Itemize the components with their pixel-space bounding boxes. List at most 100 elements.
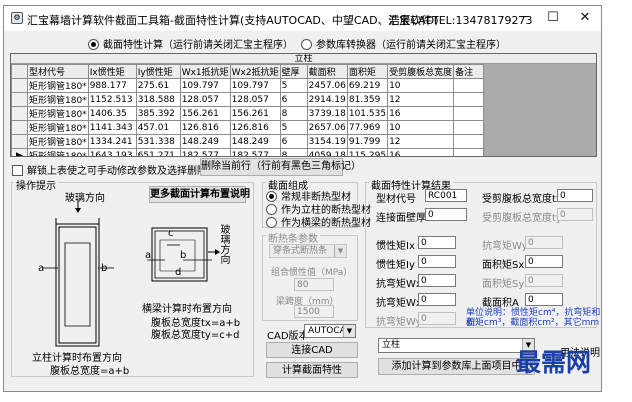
shear-ty-input[interactable]: 0	[557, 208, 593, 221]
connect-cad-button[interactable]: 连接CAD	[266, 342, 358, 358]
table-cell[interactable]	[453, 78, 485, 93]
calculate-section-button[interactable]: 计算截面特性	[266, 362, 358, 378]
close-icon[interactable]: ✕	[570, 9, 600, 27]
table-cell[interactable]: 148.249	[229, 134, 281, 149]
grid-column-header[interactable]: 壁厚	[279, 64, 308, 79]
row-selector[interactable]	[11, 134, 28, 149]
grid-column-header[interactable]: 型材代号	[27, 64, 89, 79]
table-cell[interactable]: 128.057	[229, 92, 281, 107]
sx-input[interactable]: 0	[525, 255, 563, 268]
table-cell[interactable]: 矩形钢管180*	[27, 120, 89, 135]
row-selector[interactable]: ▶	[11, 148, 28, 156]
mode-library-converter[interactable]: 参数库转换器（运行前请关闭汇宝主程序）	[301, 36, 506, 51]
table-row[interactable]: 矩形钢管180* 1334.241 531.338 148.249 148.249 6 31…	[11, 134, 485, 149]
delete-row-button[interactable]: 删除当前行（行前有黑色三角标记）	[200, 158, 361, 176]
grid-column-header[interactable]: 截面积	[306, 64, 348, 79]
grid-column-header[interactable]: Ix惯性矩	[87, 64, 137, 79]
combined-inertia-input[interactable]: 80	[294, 278, 334, 291]
table-cell[interactable]: 1643.193	[87, 148, 137, 156]
table-cell[interactable]: 385.392	[135, 106, 181, 121]
table-cell[interactable]: 126.816	[179, 120, 231, 135]
grid-column-header[interactable]: Iy惯性矩	[135, 64, 181, 79]
table-cell[interactable]: 1141.343	[87, 120, 137, 135]
table-cell[interactable]: 77.969	[346, 120, 389, 135]
table-cell[interactable]: 81.359	[346, 92, 389, 107]
table-cell[interactable]: 5	[279, 78, 308, 93]
table-cell[interactable]	[453, 106, 485, 121]
grid-column-header[interactable]: 面积矩	[346, 64, 389, 79]
table-cell[interactable]: 109.797	[229, 78, 281, 93]
wx1-input[interactable]: 0	[418, 274, 456, 287]
table-cell[interactable]: 69.219	[346, 78, 389, 93]
table-cell[interactable]: 156.261	[229, 106, 281, 121]
wall-thickness-input[interactable]: 0	[425, 208, 467, 221]
unlock-table-checkbox[interactable]: 解锁上表使之可手动修改参数及选择删除行	[12, 162, 217, 177]
table-row[interactable]: 矩形钢管180* 1406.35 385.392 156.261 156.261 8 373…	[11, 106, 485, 121]
table-cell[interactable]	[453, 134, 485, 149]
row-selector[interactable]	[11, 106, 28, 121]
table-cell[interactable]: 10	[387, 78, 455, 93]
table-cell[interactable]: 矩形钢管180*	[27, 148, 89, 156]
table-row[interactable]: 矩形钢管180* 1152.513 318.588 128.057 128.057 6 29…	[11, 92, 485, 107]
beam-span-input[interactable]: 1500	[294, 305, 334, 318]
shear-tx-input[interactable]: 0	[557, 189, 593, 202]
chevron-down-icon[interactable]: ▼	[343, 325, 355, 337]
table-cell[interactable]: 4059.18	[306, 148, 348, 156]
table-cell[interactable]: 矩形钢管180*	[27, 92, 89, 107]
table-cell[interactable]: 182.577	[179, 148, 231, 156]
profile-code-input[interactable]: RC001	[425, 189, 467, 202]
table-cell[interactable]	[453, 92, 485, 107]
table-cell[interactable]: 101.535	[346, 106, 389, 121]
table-cell[interactable]: 6	[279, 134, 308, 149]
iy-input[interactable]: 0	[418, 255, 456, 268]
wx2-input[interactable]: 0	[418, 293, 456, 306]
row-selector[interactable]	[11, 78, 28, 93]
profile-grid[interactable]: 立柱 型材代号 Ix惯性矩 Iy惯性矩 Wx1抵抗矩 Wx2抵抗矩 壁厚 截面积 面积矩 受剪腹…	[10, 53, 597, 157]
table-cell[interactable]: 182.577	[229, 148, 281, 156]
table-cell[interactable]: 3154.19	[306, 134, 348, 149]
table-cell[interactable]: 156.261	[179, 106, 231, 121]
radio-icon[interactable]	[88, 39, 99, 50]
table-cell[interactable]: 2457.06	[306, 78, 348, 93]
table-cell[interactable]: 126.816	[229, 120, 281, 135]
table-row[interactable]: ▶ 矩形钢管180* 1643.193 651.271 182.577 182.577 8 4…	[11, 148, 485, 156]
thermal-type-select[interactable]: 穿条式断热条 ▼	[269, 244, 347, 258]
table-cell[interactable]: 1406.35	[87, 106, 137, 121]
table-cell[interactable]: 8	[279, 148, 308, 156]
table-cell[interactable]: 91.799	[346, 134, 389, 149]
table-cell[interactable]: 148.249	[179, 134, 231, 149]
table-cell[interactable]: 3739.18	[306, 106, 348, 121]
mode-section-calc[interactable]: 截面特性计算（运行前请关闭汇宝主程序）	[88, 36, 293, 51]
cad-version-select[interactable]: AUTOCAD ▼	[304, 324, 356, 338]
target-project-select[interactable]: 立柱 ▼	[378, 338, 535, 353]
table-cell[interactable]: 12	[387, 134, 455, 149]
table-cell[interactable]: 5	[279, 120, 308, 135]
table-cell[interactable]: 988.177	[87, 78, 137, 93]
table-cell[interactable]: 651.271	[135, 148, 181, 156]
table-cell[interactable]: 2914.19	[306, 92, 348, 107]
table-cell[interactable]: 矩形钢管180*	[27, 106, 89, 121]
table-cell[interactable]: 109.797	[179, 78, 231, 93]
table-cell[interactable]: 2657.06	[306, 120, 348, 135]
table-cell[interactable]	[453, 148, 485, 156]
table-cell[interactable]: 10	[387, 120, 455, 135]
table-cell[interactable]: 318.588	[135, 92, 181, 107]
grid-column-header[interactable]: 受剪腹板总宽度	[387, 64, 455, 79]
table-cell[interactable]: 6	[279, 92, 308, 107]
table-cell[interactable]: 457.01	[135, 120, 181, 135]
row-selector[interactable]	[11, 92, 28, 107]
table-row[interactable]: 矩形钢管180* 988.177 275.61 109.797 109.797 5 2457…	[11, 78, 485, 93]
radio-icon[interactable]	[266, 217, 277, 228]
radio-icon[interactable]	[301, 39, 312, 50]
sy-input[interactable]: 0	[525, 274, 563, 287]
row-selector[interactable]	[11, 120, 28, 135]
comp-option-beam-thermal[interactable]: 作为横梁的断热型材	[266, 214, 371, 229]
grid-column-header[interactable]: 备注	[453, 64, 485, 79]
minimize-icon[interactable]: ─	[508, 9, 538, 27]
ix-input[interactable]: 0	[418, 236, 456, 249]
table-cell[interactable]: 16	[387, 106, 455, 121]
profile-table[interactable]: 型材代号 Ix惯性矩 Iy惯性矩 Wx1抵抗矩 Wx2抵抗矩 壁厚 截面积 面积矩 受剪腹板总宽…	[11, 64, 485, 156]
table-row[interactable]: 矩形钢管180* 1141.343 457.01 126.816 126.816 5 265…	[11, 120, 485, 135]
table-cell[interactable]: 1152.513	[87, 92, 137, 107]
chevron-down-icon[interactable]: ▼	[334, 245, 346, 257]
